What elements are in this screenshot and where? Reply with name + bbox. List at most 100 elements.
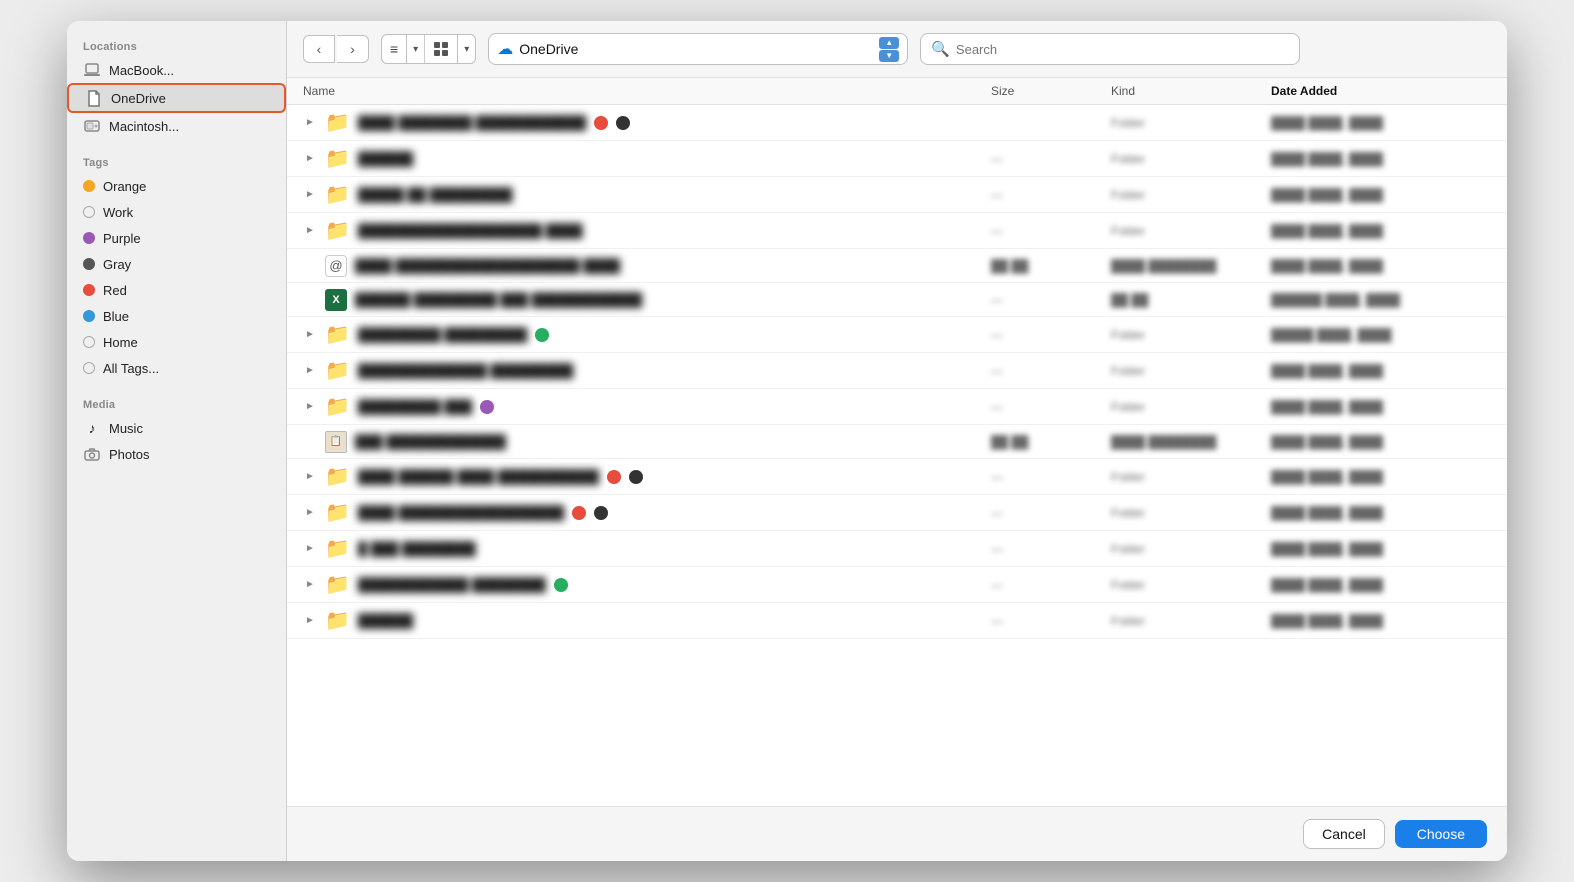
file-row[interactable]: 📋 ███ █████████████ ██ ██ ████ ████████ … xyxy=(287,425,1507,459)
file-row[interactable]: ►📁 ██████ — Folder ████ ████, ████ xyxy=(287,141,1507,177)
file-row-kind: Folder xyxy=(1111,578,1271,592)
file-row-kind: Folder xyxy=(1111,614,1271,628)
file-row-name: ►📁 ██████ xyxy=(303,146,991,171)
expand-chevron[interactable]: ► xyxy=(303,328,317,342)
back-button[interactable]: ‹ xyxy=(303,35,335,63)
sidebar-item-macintosh[interactable]: Macintosh... xyxy=(67,113,286,139)
location-stepper[interactable]: ▲ ▼ xyxy=(879,35,899,63)
file-row[interactable]: ►📁 ████████████████████ ████ — Folder ██… xyxy=(287,213,1507,249)
badge-dark xyxy=(594,506,608,520)
expand-chevron[interactable]: ► xyxy=(303,578,317,592)
file-name-text: ██████ xyxy=(358,151,413,166)
onedrive-cloud-icon: ☁ xyxy=(497,39,513,59)
file-row-date: ████ ████, ████ xyxy=(1271,578,1491,592)
sidebar-item-blue[interactable]: Blue xyxy=(67,303,286,329)
file-row[interactable]: ►📁 █ ███ ████████ — Folder ████ ████, ██… xyxy=(287,531,1507,567)
sidebar-item-label-music: Music xyxy=(109,421,143,436)
file-row-kind: Folder xyxy=(1111,328,1271,342)
main-panel: ‹ › ≡ ▾ ▾ xyxy=(287,21,1507,861)
folder-icon: 📁 xyxy=(325,322,350,347)
file-row[interactable]: ►📁 ████████████ ████████ — Folder ████ █… xyxy=(287,567,1507,603)
badge-red xyxy=(607,470,621,484)
file-row[interactable]: ►📁 ████ ██████ ████ ███████████ — Folder… xyxy=(287,459,1507,495)
list-view-dropdown[interactable]: ▾ xyxy=(406,35,424,63)
expand-chevron[interactable]: ► xyxy=(303,188,317,202)
expand-chevron[interactable]: ► xyxy=(303,506,317,520)
expand-chevron[interactable]: ► xyxy=(303,116,317,130)
sidebar: Locations MacBook... OneDrive xyxy=(67,21,287,861)
file-list-header: Name Size Kind Date Added xyxy=(287,78,1507,105)
stepper-down[interactable]: ▼ xyxy=(879,50,899,62)
stepper-up[interactable]: ▲ xyxy=(879,37,899,49)
sidebar-item-photos[interactable]: Photos xyxy=(67,441,286,467)
folder-icon: 📁 xyxy=(325,358,350,383)
file-row[interactable]: ►📁 ██████ — Folder ████ ████, ████ xyxy=(287,603,1507,639)
file-row[interactable]: @ ████ ████████████████████ ████ ██ ██ █… xyxy=(287,249,1507,283)
bottom-bar: Cancel Choose xyxy=(287,806,1507,861)
sidebar-item-red[interactable]: Red xyxy=(67,277,286,303)
sidebar-item-orange[interactable]: Orange xyxy=(67,173,286,199)
file-row-date: ████ ████, ████ xyxy=(1271,506,1491,520)
sidebar-item-label-orange: Orange xyxy=(103,179,146,194)
expand-chevron[interactable]: ► xyxy=(303,364,317,378)
file-row-date: ████ ████, ████ xyxy=(1271,400,1491,414)
column-header-date: Date Added xyxy=(1271,84,1491,98)
sidebar-item-macbook[interactable]: MacBook... xyxy=(67,57,286,83)
file-row[interactable]: ►📁 █████ ██ █████████ — Folder ████ ████… xyxy=(287,177,1507,213)
forward-button[interactable]: › xyxy=(337,35,369,63)
file-row[interactable]: X ██████ █████████ ███ ████████████ — ██… xyxy=(287,283,1507,317)
file-row-date: ████ ████, ████ xyxy=(1271,542,1491,556)
file-name-text: ████ ██████████████████ xyxy=(358,505,564,520)
file-name-text: ████████████ ████████ xyxy=(358,577,546,592)
file-name-text: ██████████████ █████████ xyxy=(358,363,573,378)
list-view-button[interactable]: ≡ xyxy=(382,35,406,63)
sidebar-item-label-work: Work xyxy=(103,205,133,220)
sidebar-item-work[interactable]: Work xyxy=(67,199,286,225)
expand-chevron[interactable]: ► xyxy=(303,542,317,556)
expand-chevron[interactable]: ► xyxy=(303,470,317,484)
file-row-size: — xyxy=(991,328,1111,342)
folder-icon: 📁 xyxy=(325,500,350,525)
column-header-size: Size xyxy=(991,84,1111,98)
folder-icon: 📁 xyxy=(325,218,350,243)
file-row-size: — xyxy=(991,224,1111,238)
cancel-button[interactable]: Cancel xyxy=(1303,819,1385,849)
file-row[interactable]: ►📁 ████ ██████████████████ — Folder ████… xyxy=(287,495,1507,531)
file-row[interactable]: ►📁 █████████ ███ — Folder ████ ████, ███… xyxy=(287,389,1507,425)
email-icon: @ xyxy=(325,255,347,277)
file-row-date: ████ ████, ████ xyxy=(1271,152,1491,166)
music-icon: ♪ xyxy=(83,419,101,437)
sidebar-item-home[interactable]: Home xyxy=(67,329,286,355)
choose-button[interactable]: Choose xyxy=(1395,820,1487,848)
file-row[interactable]: ►📁 █████████ █████████ — Folder █████ ██… xyxy=(287,317,1507,353)
nav-button-group: ‹ › xyxy=(303,35,369,63)
search-input[interactable] xyxy=(956,42,1289,57)
file-row-kind: Folder xyxy=(1111,152,1271,166)
file-row-kind: Folder xyxy=(1111,506,1271,520)
file-row[interactable]: ►📁 ████ ████████ ████████████ Folder ███… xyxy=(287,105,1507,141)
grid-view-button[interactable] xyxy=(424,35,457,63)
file-row-date: ████ ████, ████ xyxy=(1271,435,1491,449)
sidebar-section-header-media: Media xyxy=(67,391,286,415)
file-row-size: — xyxy=(991,578,1111,592)
sidebar-item-purple[interactable]: Purple xyxy=(67,225,286,251)
expand-chevron[interactable]: ► xyxy=(303,224,317,238)
excel-icon: X xyxy=(325,289,347,311)
expand-chevron[interactable]: ► xyxy=(303,400,317,414)
column-header-kind: Kind xyxy=(1111,84,1271,98)
file-row[interactable]: ►📁 ██████████████ █████████ — Folder ███… xyxy=(287,353,1507,389)
file-row-name: ► 📁 ████ ██████████████████ xyxy=(303,500,991,525)
sidebar-item-music[interactable]: ♪ Music xyxy=(67,415,286,441)
doc-icon xyxy=(85,89,103,107)
sidebar-section-locations: Locations MacBook... OneDrive xyxy=(67,33,286,139)
file-row-kind: Folder xyxy=(1111,224,1271,238)
sidebar-item-alltags[interactable]: All Tags... xyxy=(67,355,286,381)
grid-view-dropdown[interactable]: ▾ xyxy=(457,35,475,63)
file-name-text: ██████ xyxy=(358,613,413,628)
sidebar-item-gray[interactable]: Gray xyxy=(67,251,286,277)
sidebar-item-onedrive[interactable]: OneDrive xyxy=(67,83,286,113)
expand-chevron[interactable]: ► xyxy=(303,152,317,166)
sidebar-item-label-photos: Photos xyxy=(109,447,149,462)
file-row-size: — xyxy=(991,400,1111,414)
expand-chevron[interactable]: ► xyxy=(303,614,317,628)
